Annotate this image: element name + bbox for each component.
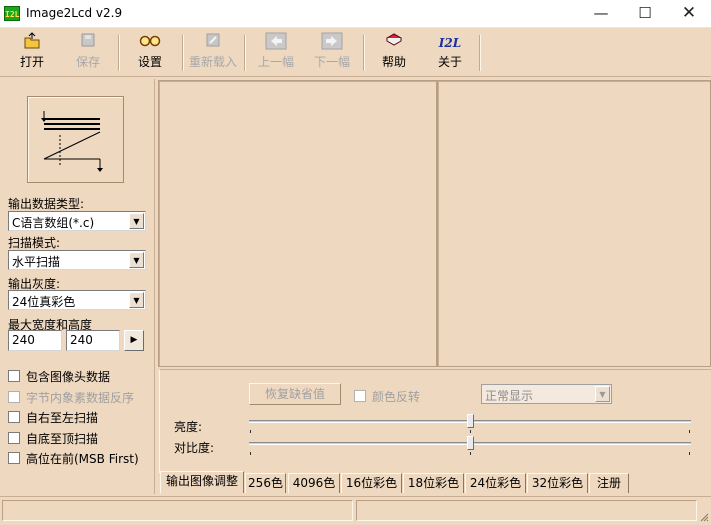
output-type-label: 输出数据类型: xyxy=(8,197,85,211)
prev-image-label: 上一幅 xyxy=(257,55,294,69)
close-icon: ✕ xyxy=(681,3,697,23)
tab-256-color[interactable]: 256色 xyxy=(245,473,286,493)
slider-tick xyxy=(689,452,690,455)
tab-output-adjust[interactable]: 输出图像调整 xyxy=(160,471,244,493)
about-label: 关于 xyxy=(437,55,462,69)
help-button[interactable]: 帮助 xyxy=(376,32,412,74)
slider-tick xyxy=(250,430,251,433)
tab-register[interactable]: 注册 xyxy=(589,473,629,493)
slider-tick xyxy=(689,430,690,433)
tab-32bit-color[interactable]: 32位彩色 xyxy=(527,473,588,493)
settings-panel: 输出数据类型: C语言数组(*.c) ▼ 扫描模式: 水平扫描 ▼ 输出灰度: … xyxy=(0,79,155,494)
minimize-button[interactable]: — xyxy=(578,0,624,28)
settings-label: 设置 xyxy=(137,55,162,69)
arrow-right-icon xyxy=(311,32,353,54)
status-cell-right xyxy=(356,500,697,521)
slider-tick xyxy=(470,430,471,433)
scan-direction-icon xyxy=(41,111,103,172)
display-mode-select[interactable]: 正常显示 ▼ xyxy=(481,384,612,404)
apply-size-button[interactable]: ▶ xyxy=(124,330,144,351)
glasses-icon xyxy=(130,32,170,54)
status-cell-left xyxy=(2,500,353,521)
contrast-slider-thumb[interactable] xyxy=(466,436,474,450)
scan-mode-select[interactable]: 水平扫描 ▼ xyxy=(8,250,146,270)
max-height-input[interactable]: 240 xyxy=(66,330,120,351)
scan-mode-value: 水平扫描 xyxy=(12,255,61,269)
tab-16bit-color[interactable]: 16位彩色 xyxy=(341,473,402,493)
maximize-button[interactable]: ☐ xyxy=(622,0,668,28)
minimize-icon: — xyxy=(593,4,609,22)
save-disk-icon xyxy=(68,32,108,54)
reload-button[interactable]: 重新载入 xyxy=(188,32,238,74)
checkbox-box[interactable] xyxy=(8,452,20,464)
open-label: 打开 xyxy=(19,55,44,69)
chevron-down-icon[interactable]: ▼ xyxy=(129,213,144,229)
status-bar xyxy=(0,496,711,523)
title-bar: I2L Image2Lcd v2.9 — ☐ ✕ xyxy=(0,0,711,28)
maximize-icon: ☐ xyxy=(638,4,652,22)
gray-select[interactable]: 24位真彩色 ▼ xyxy=(8,290,146,310)
toolbar-separator xyxy=(479,35,481,71)
source-image-panel xyxy=(158,80,437,367)
help-book-icon xyxy=(376,32,412,54)
close-button[interactable]: ✕ xyxy=(666,0,711,28)
next-image-label: 下一幅 xyxy=(313,55,350,69)
checkbox-box[interactable] xyxy=(8,370,20,382)
checkbox-label: 高位在前(MSB First) xyxy=(26,452,139,466)
open-button[interactable]: 打开 xyxy=(12,32,52,74)
toolbar-separator xyxy=(244,35,246,71)
arrow-left-icon xyxy=(255,32,297,54)
contrast-label: 对比度: xyxy=(174,441,215,455)
next-image-button[interactable]: 下一幅 xyxy=(311,32,353,74)
help-label: 帮助 xyxy=(381,55,406,69)
output-type-select[interactable]: C语言数组(*.c) ▼ xyxy=(8,211,146,231)
slider-tick xyxy=(470,452,471,455)
output-type-value: C语言数组(*.c) xyxy=(12,216,95,230)
checkbox-box[interactable] xyxy=(8,391,20,403)
slider-tick xyxy=(250,452,251,455)
checkbox-box[interactable] xyxy=(354,390,366,402)
prev-image-button[interactable]: 上一幅 xyxy=(255,32,297,74)
open-folder-icon xyxy=(12,32,52,54)
toolbar: 打开 保存 设置 重新载入 上一幅 下一幅 帮助 I2L 关于 xyxy=(0,29,711,77)
display-mode-value: 正常显示 xyxy=(485,389,534,403)
checkbox-label: 字节内象素数据反序 xyxy=(26,391,135,405)
about-button[interactable]: I2L 关于 xyxy=(432,32,468,74)
tab-24bit-color[interactable]: 24位彩色 xyxy=(465,473,526,493)
play-arrow-icon: ▶ xyxy=(130,335,138,345)
output-image-panel xyxy=(437,80,711,367)
toolbar-separator xyxy=(182,35,184,71)
about-logo-icon: I2L xyxy=(438,36,462,50)
save-label: 保存 xyxy=(75,55,100,69)
chevron-down-icon[interactable]: ▼ xyxy=(129,252,144,268)
chevron-down-icon[interactable]: ▼ xyxy=(129,292,144,308)
save-button[interactable]: 保存 xyxy=(68,32,108,74)
reload-label: 重新载入 xyxy=(188,55,237,69)
checkbox-label: 自右至左扫描 xyxy=(26,411,99,425)
brightness-slider-thumb[interactable] xyxy=(466,414,474,428)
scan-preview xyxy=(27,96,124,183)
brightness-label: 亮度: xyxy=(174,420,203,434)
scan-mode-label: 扫描模式: xyxy=(8,236,61,250)
tab-4096-color[interactable]: 4096色 xyxy=(288,473,340,493)
checkbox-box[interactable] xyxy=(8,411,20,423)
tab-strip: 输出图像调整 256色 4096色 16位彩色 18位彩色 24位彩色 32位彩… xyxy=(159,471,711,494)
checkbox-label: 颜色反转 xyxy=(372,390,421,404)
tab-18bit-color[interactable]: 18位彩色 xyxy=(403,473,464,493)
toolbar-separator xyxy=(363,35,365,71)
toolbar-separator xyxy=(118,35,120,71)
window-title: Image2Lcd v2.9 xyxy=(26,6,123,20)
resize-grip-icon[interactable] xyxy=(699,511,709,522)
checkbox-label: 自底至顶扫描 xyxy=(26,432,99,446)
chevron-down-icon[interactable]: ▼ xyxy=(595,386,610,402)
adjust-panel: 恢复缺省值 颜色反转 正常显示 ▼ 亮度: 对比度: xyxy=(159,369,711,473)
max-width-input[interactable]: 240 xyxy=(8,330,62,351)
restore-default-button[interactable]: 恢复缺省值 xyxy=(249,383,341,405)
app-logo-icon: I2L xyxy=(4,6,20,21)
gray-value: 24位真彩色 xyxy=(12,295,76,309)
settings-button[interactable]: 设置 xyxy=(130,32,170,74)
checkbox-label: 包含图像头数据 xyxy=(26,370,111,384)
reload-icon xyxy=(188,32,238,54)
checkbox-box[interactable] xyxy=(8,432,20,444)
